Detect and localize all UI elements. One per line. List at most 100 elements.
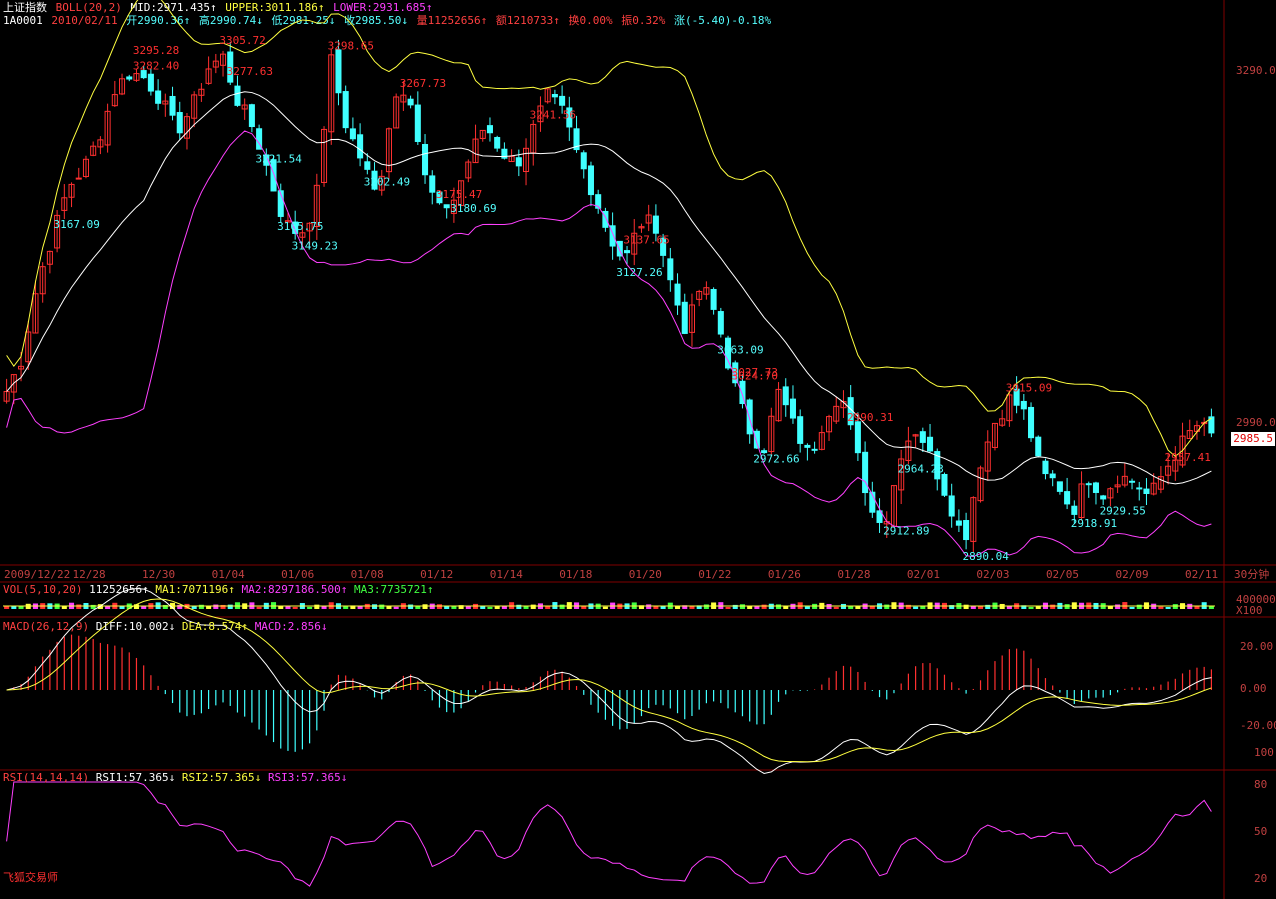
volume-bar — [581, 606, 587, 609]
price-annotation: 2964.23 — [898, 463, 944, 476]
price-axis-mid: 2990.0 — [1236, 416, 1276, 429]
x-tick-label: 01/12 — [420, 568, 453, 581]
candle-body — [342, 91, 349, 129]
macd-axis-tick: 0.00 — [1240, 682, 1267, 695]
volume-bar — [436, 604, 442, 609]
candle-body — [1143, 488, 1150, 495]
volume-bar — [1136, 604, 1142, 609]
volume-bar — [754, 606, 760, 609]
macd-axis-tick: -20.00 — [1240, 719, 1276, 732]
candle-body — [717, 311, 724, 335]
candle-body — [927, 436, 934, 452]
volume-bar — [920, 606, 926, 609]
candle-body — [624, 250, 631, 254]
volume-bar — [141, 606, 147, 609]
candle-body — [414, 104, 421, 142]
volume-bar — [4, 606, 10, 609]
volume-bar — [602, 606, 608, 609]
rsi-label[interactable]: RSI(14,14,14) — [3, 771, 89, 784]
vol-label[interactable]: VOL(5,10,20) — [3, 583, 82, 596]
price-annotation: 3282.40 — [133, 59, 179, 72]
app-watermark: 飞狐交易师 — [3, 871, 58, 884]
candle-body — [797, 416, 804, 444]
candle-body — [349, 128, 356, 140]
candle-body — [443, 204, 450, 209]
x-tick-label: 02/09 — [1115, 568, 1148, 581]
candle-body — [963, 520, 970, 541]
volume-indicator-header: VOL(5,10,20) 11252656↑ MA1:7071196↑ MA2:… — [3, 583, 434, 596]
x-tick-label: 01/06 — [281, 568, 314, 581]
candle-body — [155, 90, 162, 104]
x-tick-label: 01/08 — [351, 568, 384, 581]
candle-body — [652, 215, 659, 234]
price-annotation: 3175.47 — [436, 188, 482, 201]
candle-body — [75, 177, 82, 180]
x-tick-label: 01/22 — [698, 568, 731, 581]
volume-bar — [314, 604, 320, 609]
volume-bar — [833, 606, 839, 609]
macd-indicator-header: MACD(26,12,9) DIFF:10.002↓ DEA:8.574↑ MA… — [3, 620, 328, 633]
rsi2-value: RSI2:57.365↓ — [181, 771, 262, 784]
price-annotation: 3298.65 — [328, 40, 374, 53]
rsi-axis-tick: 80 — [1254, 778, 1267, 791]
volume-bar — [804, 606, 810, 609]
vol-ma3: MA3:7735721↑ — [354, 583, 434, 596]
price-axis-top: 3290.0 — [1236, 64, 1276, 77]
x-tick-label: 02/11 — [1185, 568, 1218, 581]
candle-body — [1100, 495, 1107, 500]
rsi-axis-tick: 100 — [1254, 746, 1274, 759]
x-tick-label: 01/20 — [629, 568, 662, 581]
volume-bar — [913, 606, 919, 609]
price-annotation: 3127.26 — [616, 266, 662, 279]
volume-bar — [343, 606, 349, 609]
price-annotation: 3063.09 — [717, 343, 763, 356]
candle-body — [746, 399, 753, 435]
candle-body — [782, 386, 789, 406]
macd-histogram — [13, 634, 1212, 752]
candle-body — [1049, 473, 1056, 479]
candle-body — [234, 85, 241, 106]
candle-body — [169, 95, 176, 116]
volume-bar — [646, 604, 652, 609]
macd-dea: DEA:8.574↑ — [181, 620, 249, 633]
volume-bar — [660, 606, 666, 609]
candle-body — [811, 448, 818, 451]
candle-body — [862, 451, 869, 494]
price-annotation: 3165.75 — [277, 220, 323, 233]
x-tick-label: 01/26 — [768, 568, 801, 581]
price-annotation: 2957.41 — [1165, 451, 1211, 464]
candle-body — [248, 104, 255, 128]
volume-bar — [105, 606, 111, 609]
volume-bar — [379, 604, 385, 609]
volume-bar — [1064, 604, 1070, 609]
volume-bar — [213, 604, 219, 609]
x-tick-label: 01/28 — [837, 568, 870, 581]
rsi3-value: RSI3:57.365↓ — [267, 771, 348, 784]
vol-ma2: MA2:8297186.500↑ — [241, 583, 348, 596]
volume-bar — [869, 606, 875, 609]
volume-bar — [487, 606, 493, 609]
stock-chart[interactable]: 3295.28 3282.40 3167.09 3221.54 3298.65 3305.… — [0, 0, 1276, 899]
candle-body — [1129, 480, 1136, 483]
volume-bar — [278, 606, 284, 609]
volume-bar — [1172, 604, 1178, 609]
candle-body — [407, 98, 414, 106]
price-annotation: 3202.49 — [364, 176, 410, 189]
volume-bar — [1129, 606, 1135, 609]
candle-body — [422, 143, 429, 176]
candle-body — [753, 430, 760, 449]
volume-bar — [985, 604, 991, 609]
candle-body — [126, 76, 133, 80]
x-tick-label: 02/01 — [907, 568, 940, 581]
x-tick-label: 12/30 — [142, 568, 175, 581]
rsi-line — [6, 781, 1212, 887]
macd-label[interactable]: MACD(26,12,9) — [3, 620, 89, 633]
volume-bar — [516, 604, 522, 609]
candle-body — [1056, 481, 1063, 492]
price-annotation: 2912.89 — [883, 524, 929, 537]
candle-body — [1064, 491, 1071, 505]
candle-body — [335, 49, 342, 94]
x-tick-label: 12/28 — [73, 568, 106, 581]
price-annotation: 3024.70 — [732, 370, 778, 383]
rsi-axis-tick: 50 — [1254, 825, 1267, 838]
